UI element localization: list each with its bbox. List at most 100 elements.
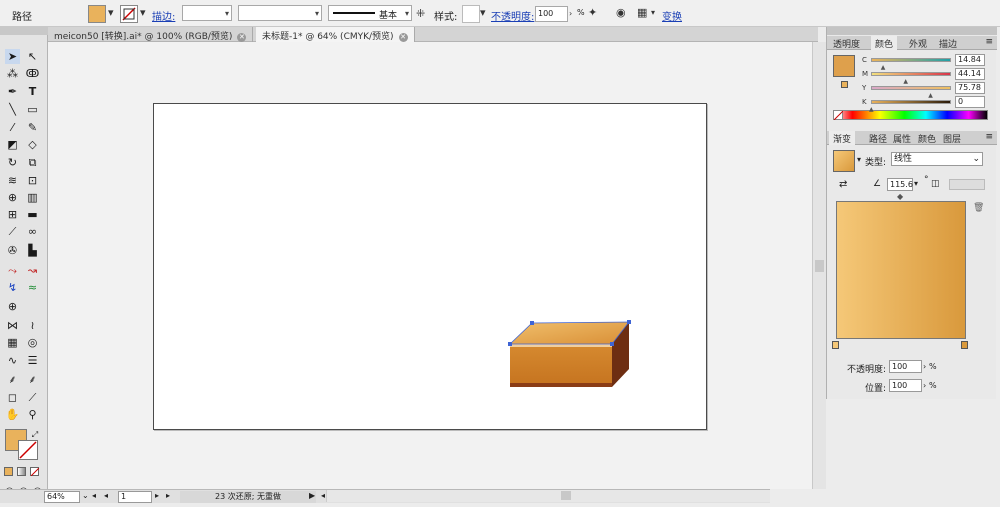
- angle-input[interactable]: 115.6: [887, 178, 913, 191]
- chevron-down-icon[interactable]: ▾: [651, 7, 655, 19]
- tab-attributes[interactable]: 属性: [889, 131, 915, 145]
- stroke-weight-dropdown[interactable]: ▾: [182, 5, 232, 21]
- trash-icon[interactable]: 🗑: [973, 203, 984, 213]
- prev-artboard-icon[interactable]: ◂: [104, 491, 108, 500]
- stroke-color-box[interactable]: [18, 440, 38, 460]
- color-spectrum-bar[interactable]: [833, 110, 988, 120]
- out-of-gamut-icon[interactable]: [841, 81, 848, 88]
- scroll-thumb[interactable]: [815, 260, 824, 272]
- slice-tool-icon[interactable]: ⟋: [25, 390, 40, 405]
- recolor-artwork-icon[interactable]: ✦: [588, 7, 597, 19]
- anchor-point[interactable]: [508, 342, 512, 346]
- direct-selection-tool-icon[interactable]: ↖: [25, 49, 40, 64]
- free-transform-tool-icon[interactable]: ⊡: [25, 173, 40, 188]
- last-artboard-icon[interactable]: ▸: [166, 491, 170, 500]
- line-tool-icon[interactable]: ╲: [5, 102, 20, 117]
- rotate-tool-icon[interactable]: ↻: [5, 155, 20, 170]
- lasso-tool-icon[interactable]: ↂ: [25, 66, 40, 81]
- scroll-left-icon[interactable]: ◂: [321, 491, 325, 500]
- opacity-link[interactable]: 不透明度:: [491, 8, 534, 23]
- magenta-slider[interactable]: [871, 72, 951, 76]
- variable-width-dropdown[interactable]: ▾: [238, 5, 322, 21]
- type-tool-icon[interactable]: T: [25, 84, 40, 99]
- horizontal-scrollbar[interactable]: [326, 490, 770, 502]
- box-artwork[interactable]: [500, 316, 640, 396]
- black-slider[interactable]: [871, 100, 951, 104]
- chevron-right-icon[interactable]: ›: [923, 362, 926, 371]
- yellow-value-input[interactable]: 75.78: [955, 82, 985, 94]
- slider-marker-k[interactable]: ▲: [869, 106, 874, 113]
- close-icon[interactable]: ✕: [398, 33, 408, 42]
- panel-menu-icon[interactable]: ≡: [985, 37, 993, 47]
- isolate-icon[interactable]: ◉: [616, 7, 626, 19]
- perspective-grid-tool-icon[interactable]: ▥: [25, 190, 40, 205]
- vertical-scrollbar[interactable]: [812, 42, 826, 489]
- anchor-point[interactable]: [610, 342, 614, 346]
- reverse-gradient-icon[interactable]: ⇄: [839, 179, 847, 190]
- tab-document-untitled[interactable]: 未标题-1* @ 64% (CMYK/预览) ✕: [256, 27, 415, 42]
- blend-tool-icon[interactable]: ∞: [25, 224, 40, 239]
- hand-tool-icon[interactable]: ✋: [5, 407, 20, 422]
- anchor-point[interactable]: [627, 320, 631, 324]
- list-tool-icon[interactable]: ☰: [25, 353, 40, 368]
- brush-tool-icon[interactable]: ⸙: [5, 372, 20, 387]
- stop-opacity-input[interactable]: 100: [889, 360, 922, 373]
- gradient-swatch[interactable]: [833, 150, 855, 172]
- zoom-tool-icon[interactable]: ⚲: [25, 407, 40, 422]
- anchor-point[interactable]: [530, 321, 534, 325]
- twirl-tool-icon[interactable]: ◎: [25, 335, 40, 350]
- tab-color-guide[interactable]: 颜色: [914, 131, 940, 145]
- fill-swatch[interactable]: [88, 5, 106, 23]
- tab-transparency[interactable]: 透明度: [829, 36, 864, 50]
- magenta-value-input[interactable]: 44.14: [955, 68, 985, 80]
- next-artboard-icon[interactable]: ▸: [155, 491, 159, 500]
- smooth-tool-icon[interactable]: ≈: [25, 280, 40, 295]
- scroll-thumb[interactable]: [561, 491, 571, 500]
- graphic-style-swatch[interactable]: [462, 5, 480, 23]
- black-value-input[interactable]: 0: [955, 96, 985, 108]
- slider-marker-m[interactable]: ▲: [903, 78, 908, 85]
- anchor-tool-icon[interactable]: ↯: [5, 280, 20, 295]
- mesh-tool-icon[interactable]: ⊞: [5, 207, 20, 222]
- eraser-tool-icon[interactable]: ◇: [25, 137, 40, 152]
- crosshair-tool-icon[interactable]: ⊕: [5, 299, 20, 314]
- tab-pathfinder[interactable]: 路径: [865, 131, 891, 145]
- envelope-tool-icon[interactable]: ⋈: [5, 318, 20, 333]
- curve-tool-icon[interactable]: ↝: [25, 263, 40, 278]
- cyan-slider[interactable]: [871, 58, 951, 62]
- box-front-face[interactable]: [510, 344, 612, 387]
- paintbrush-tool-icon[interactable]: ⁄: [5, 120, 20, 135]
- pen-tool-icon[interactable]: ✒: [5, 84, 20, 99]
- stroke-swatch[interactable]: [120, 5, 138, 23]
- swap-colors-icon[interactable]: ⤢: [30, 427, 40, 442]
- scale-tool-icon[interactable]: ⧉: [25, 155, 40, 170]
- chevron-down-icon[interactable]: ▾: [480, 7, 486, 19]
- aspect-ratio-input[interactable]: [949, 179, 985, 190]
- chevron-down-icon[interactable]: ⌄: [82, 491, 89, 500]
- magic-wand-tool-icon[interactable]: ⁂: [5, 66, 20, 81]
- chevron-down-icon[interactable]: ▾: [140, 7, 146, 19]
- stroke-label-link[interactable]: 描边:: [152, 8, 175, 23]
- tab-color[interactable]: 颜色: [871, 36, 898, 50]
- tab-stroke[interactable]: 描边: [935, 36, 961, 50]
- tab-gradient[interactable]: 渐变: [829, 131, 856, 145]
- gradient-stop-end[interactable]: [961, 341, 968, 349]
- gradient-stop-start[interactable]: [832, 341, 839, 349]
- opacity-input[interactable]: 100: [535, 6, 568, 22]
- shape-builder-tool-icon[interactable]: ⊕: [5, 190, 20, 205]
- wave-tool-icon[interactable]: ∿: [5, 353, 20, 368]
- slider-marker-c[interactable]: ▲: [881, 64, 886, 71]
- color-fill-swatch[interactable]: [833, 55, 855, 77]
- panel-menu-icon[interactable]: ≡: [985, 132, 993, 142]
- paint-bucket-tool-icon[interactable]: ⸙: [25, 372, 40, 387]
- chevron-down-icon[interactable]: ▾: [108, 7, 114, 19]
- color-mode-icon[interactable]: [4, 467, 13, 476]
- close-icon[interactable]: ✕: [237, 33, 247, 42]
- eyedropper-tool-icon[interactable]: ⟋: [5, 224, 20, 239]
- blob-brush-tool-icon[interactable]: ◩: [5, 137, 20, 152]
- yellow-slider[interactable]: [871, 86, 951, 90]
- box-top-face[interactable]: [510, 322, 629, 344]
- tab-document-meicon50[interactable]: meicon50 [转换].ai* @ 100% (RGB/预览) ✕: [48, 27, 254, 42]
- tab-appearance[interactable]: 外观: [905, 36, 931, 50]
- artboard-number-input[interactable]: 1: [118, 491, 152, 503]
